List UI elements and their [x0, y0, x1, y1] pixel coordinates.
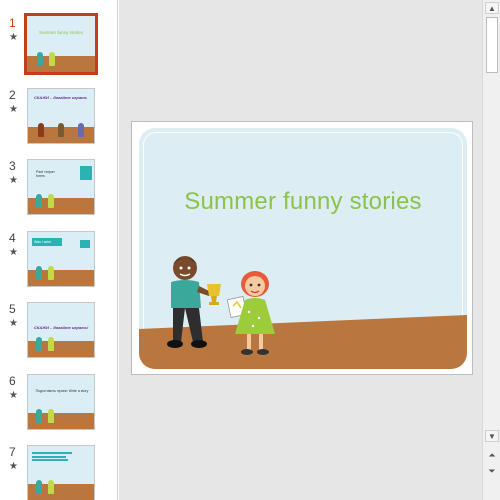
transition-star-icon: ★	[9, 247, 18, 258]
slide-preview[interactable]: СКАЖИ – давайте играть!	[27, 302, 95, 358]
slide-title[interactable]: Summer funny stories	[139, 188, 467, 216]
slide-preview[interactable]: Подготовить проект Write a story	[27, 374, 95, 430]
girl-figure	[48, 266, 54, 280]
transition-star-icon: ★	[9, 461, 18, 472]
slide-thumbnail-2[interactable]: 2 ★ СКАЖИ – давайте играть	[0, 88, 118, 150]
teal-box	[80, 240, 90, 248]
slide-thumbnail-3[interactable]: 3 ★ Past «игра» forms	[0, 159, 118, 221]
thumbnail-title: СКАЖИ – давайте играть	[34, 95, 88, 100]
girl-figure	[48, 337, 54, 351]
slide-number: 1	[9, 16, 16, 30]
text-line	[32, 456, 66, 458]
girl-figure	[48, 409, 54, 423]
slide-thumbnail-5[interactable]: 5 ★ СКАЖИ – давайте играть!	[0, 302, 118, 364]
transition-star-icon: ★	[9, 32, 18, 43]
slide-thumbnail-1[interactable]: 1 ★ Summer funny stories	[0, 13, 118, 78]
vertical-scrollbar[interactable]: ▲ ▼ ⏶ ⏷	[482, 0, 500, 500]
figure-image	[58, 123, 64, 137]
scroll-thumb[interactable]	[486, 17, 498, 73]
text-line	[32, 459, 68, 461]
teal-box	[80, 166, 92, 180]
girl-figure	[48, 480, 54, 494]
slide-number: 4	[9, 231, 16, 245]
scroll-down-button[interactable]: ▼	[485, 430, 499, 442]
figure-image	[78, 123, 84, 137]
girl-figure	[49, 52, 55, 66]
slide-number: 7	[9, 445, 16, 459]
figure-image	[38, 123, 44, 137]
boy-figure	[37, 52, 43, 66]
boy-figure	[36, 409, 42, 423]
current-slide[interactable]: Summer funny stories	[131, 121, 473, 375]
slide-thumbnail-4[interactable]: 4 ★ Was / were	[0, 231, 118, 293]
thumbnail-title: Past «игра» forms	[36, 170, 55, 178]
boy-figure	[36, 194, 42, 208]
boy-figure	[36, 337, 42, 351]
girl-with-drawing-illustration	[226, 271, 275, 355]
slide-number: 3	[9, 159, 16, 173]
slide-preview[interactable]: СКАЖИ – давайте играть	[27, 88, 95, 144]
boy-with-trophy-illustration	[167, 256, 221, 348]
thumbnail-title: Summer funny stories	[39, 30, 83, 35]
transition-star-icon: ★	[9, 390, 18, 401]
next-slide-button[interactable]: ⏷	[485, 464, 499, 478]
slide-thumbnail-pane: 1 ★ Summer funny stories 2 ★ СКАЖИ – дав…	[0, 0, 118, 500]
transition-star-icon: ★	[9, 175, 18, 186]
thumbnail-title: СКАЖИ – давайте играть!	[34, 325, 89, 330]
boy-figure	[36, 266, 42, 280]
girl-figure	[48, 194, 54, 208]
slide-thumbnail-7[interactable]: 7 ★	[0, 445, 118, 500]
slide-number: 6	[9, 374, 16, 388]
slide-number: 5	[9, 302, 16, 316]
slide-preview[interactable]	[27, 445, 95, 500]
transition-star-icon: ★	[9, 104, 18, 115]
thumbnail-title: Подготовить проект Write a story	[35, 389, 89, 393]
transition-star-icon: ★	[9, 318, 18, 329]
thumbnail-title: Was / were	[34, 240, 52, 244]
slide-background: Summer funny stories	[139, 128, 467, 369]
slide-thumbnail-6[interactable]: 6 ★ Подготовить проект Write a story	[0, 374, 118, 436]
slide-number: 2	[9, 88, 16, 102]
slide-preview[interactable]: Summer funny stories	[24, 13, 98, 75]
text-line	[32, 452, 72, 454]
slide-preview[interactable]: Was / were	[27, 231, 95, 287]
boy-figure	[36, 480, 42, 494]
slide-editor-area: Summer funny stories	[119, 0, 482, 500]
previous-slide-button[interactable]: ⏶	[485, 448, 499, 462]
scroll-up-button[interactable]: ▲	[485, 2, 499, 14]
slide-preview[interactable]: Past «игра» forms	[27, 159, 95, 215]
